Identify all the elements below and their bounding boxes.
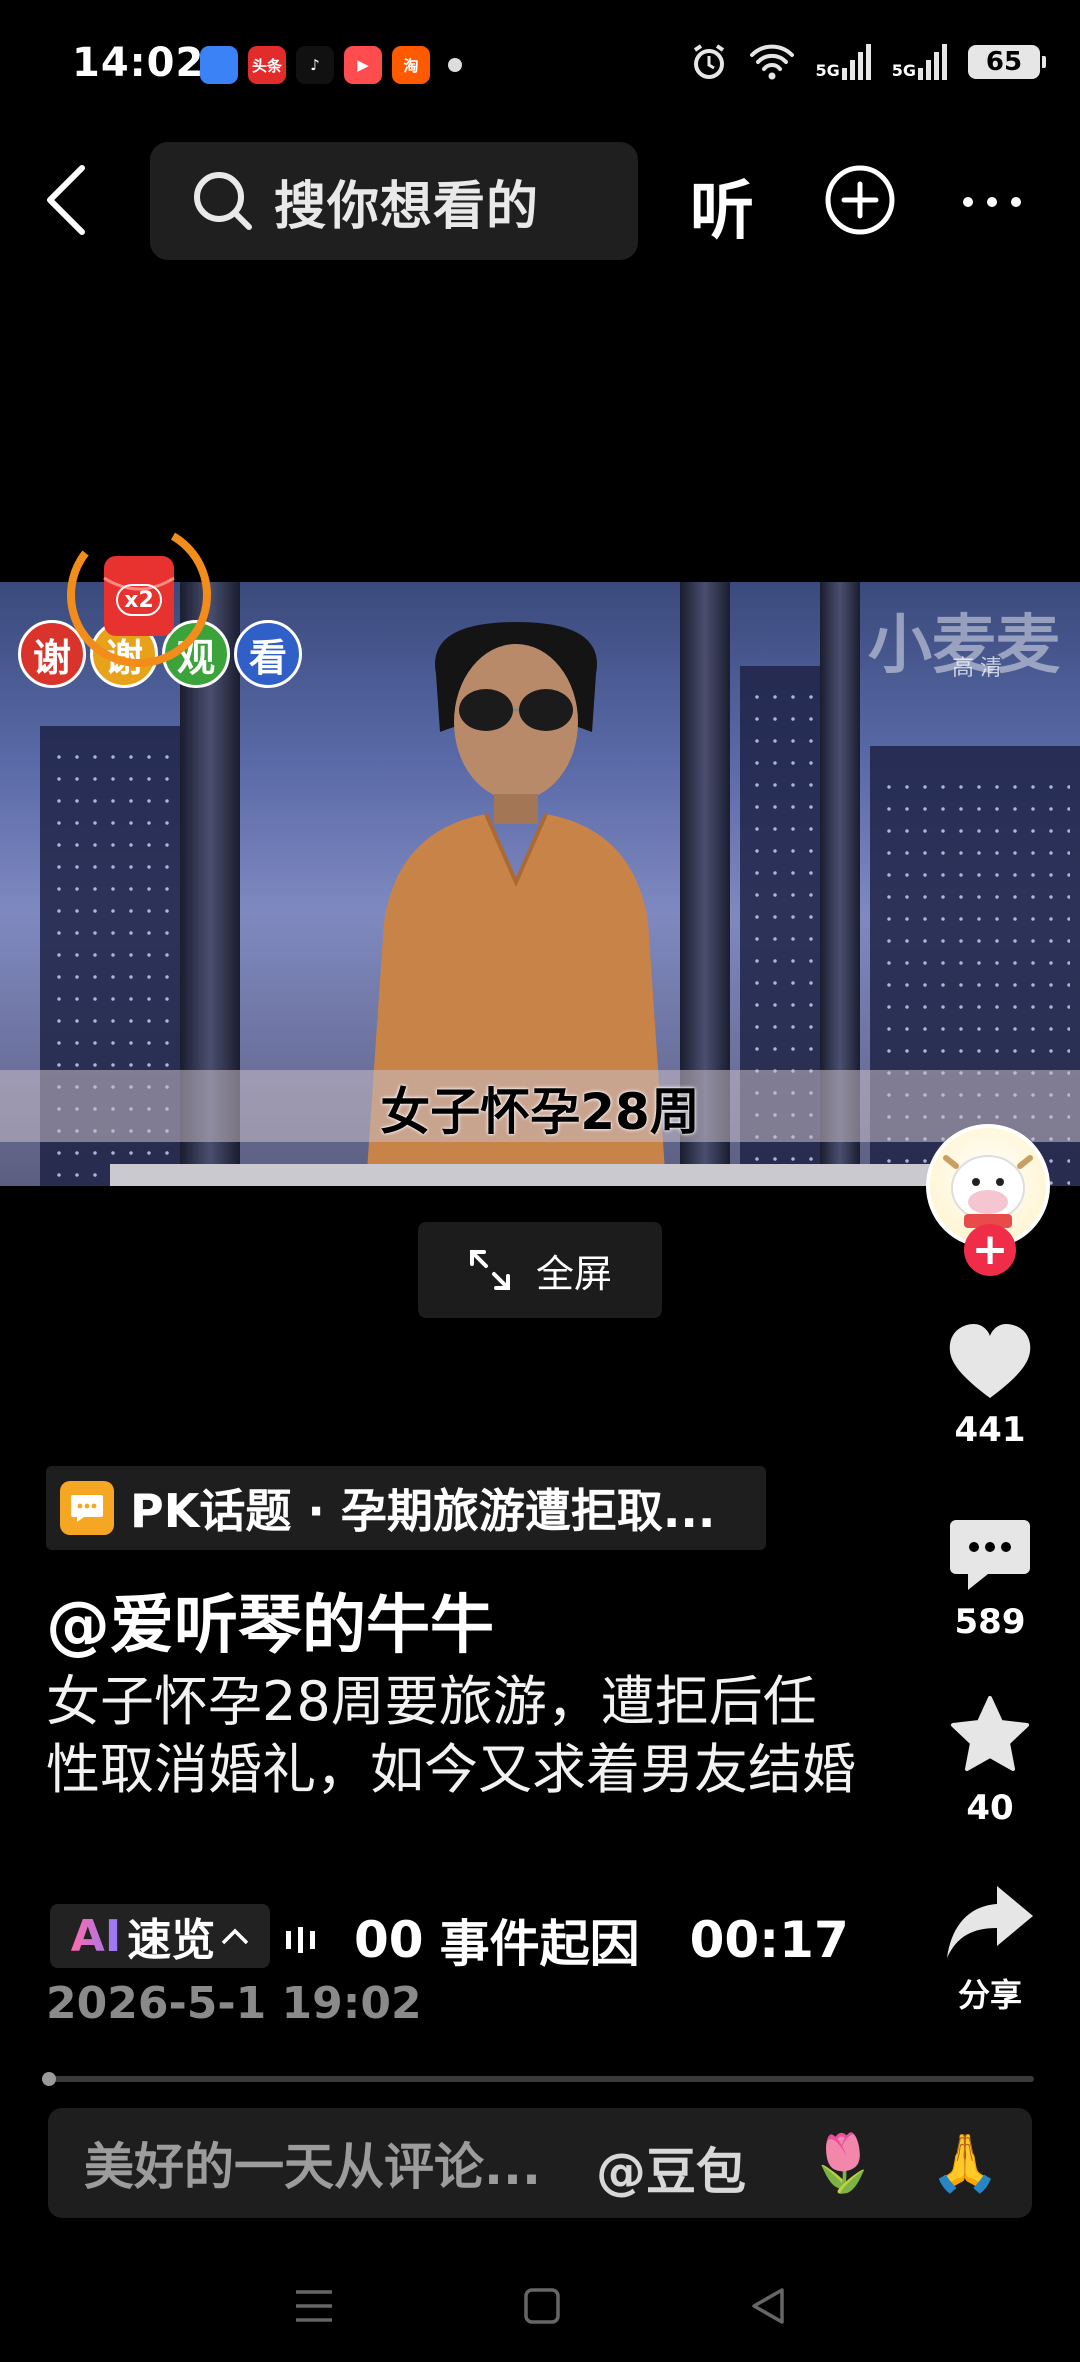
taobao-app-icon: 淘: [392, 46, 430, 84]
red-packet-reward-button[interactable]: x2: [64, 520, 214, 670]
ticker-text: 事件起因: [439, 1915, 640, 1973]
share-arrow-icon: [947, 1886, 1033, 1958]
alarm-icon: [694, 44, 725, 79]
red-packet-multiplier: x2: [116, 584, 162, 616]
mention-doubao-button[interactable]: @豆包: [596, 2132, 746, 2204]
like-button[interactable]: 441: [930, 1322, 1050, 1450]
ticker-time-b: 00:17: [689, 1911, 849, 1969]
home-square-icon[interactable]: [523, 2287, 561, 2325]
progress-handle[interactable]: [42, 2072, 56, 2086]
status-indicators: 5G 5G 65: [689, 42, 1046, 82]
listen-button[interactable]: 听: [690, 160, 754, 252]
post-date: 2026-5-1 19:02: [46, 1978, 422, 2029]
status-time: 14:02: [72, 40, 205, 86]
ai-summary-prefix: AI: [70, 1910, 122, 1962]
comment-button[interactable]: 589: [930, 1516, 1050, 1642]
like-count: 441: [954, 1410, 1026, 1450]
chat-bubble-icon: [60, 1481, 114, 1535]
menu-icon[interactable]: [294, 2288, 334, 2324]
video-app-icon: ▶: [344, 46, 382, 84]
pk-topic-text: PK话题 · 孕期旅游遭拒取...: [130, 1484, 716, 1538]
pk-topic-tag[interactable]: PK话题 · 孕期旅游遭拒取...: [46, 1466, 766, 1550]
comment-input[interactable]: 美好的一天从评论...: [48, 2108, 1032, 2218]
chevron-up-icon: [221, 1928, 249, 1945]
system-nav-bar: [0, 2250, 1080, 2362]
share-label: 分享: [957, 1976, 1022, 2014]
video-progress-bar[interactable]: [46, 2076, 1034, 2082]
follow-button[interactable]: +: [964, 1224, 1016, 1276]
search-placeholder: 搜你想看的: [274, 176, 540, 237]
toutiao-app-icon: 头条: [248, 46, 286, 84]
ai-summary-label: 速览: [127, 1915, 216, 1966]
fullscreen-label: 全屏: [535, 1251, 612, 1296]
douyin-app-icon: ♪: [296, 46, 334, 84]
video-description[interactable]: 女子怀孕28周要旅游，遭拒后任性取消婚礼，如今又求着男友结婚: [46, 1668, 866, 1804]
chevron-left-icon: [47, 165, 85, 235]
signal-2: 5G: [892, 44, 948, 80]
more-notifications-dot: [448, 58, 462, 72]
studio-desk: [110, 1164, 930, 1186]
favorite-button[interactable]: 40: [930, 1694, 1050, 1828]
heart-icon: [949, 1324, 1031, 1398]
favorite-count: 40: [966, 1788, 1014, 1828]
more-button[interactable]: [960, 178, 1024, 210]
pray-emoji-button[interactable]: 🙏: [930, 2130, 1000, 2196]
video-watermark-quality: 高清: [951, 656, 1008, 681]
ai-summary-button[interactable]: AI 速览: [50, 1904, 270, 1968]
plus-circle-icon: [825, 165, 895, 235]
share-button[interactable]: 分享: [930, 1884, 1050, 2016]
wifi-icon: [750, 44, 795, 80]
signal-bars-icon: [918, 44, 947, 80]
notification-app-icons: 头条 ♪ ▶ 淘: [200, 46, 462, 84]
ai-summary-ticker[interactable]: 00 事件起因 00:17: [284, 1904, 849, 1976]
ticker-time-a: 00: [354, 1911, 424, 1969]
back-triangle-icon[interactable]: [750, 2286, 786, 2326]
audio-wave-icon: [286, 1927, 315, 1953]
search-input[interactable]: 搜你想看的: [150, 142, 638, 260]
expand-icon: [469, 1250, 510, 1290]
add-button[interactable]: [824, 164, 896, 240]
video-subtitle: 女子怀孕28周: [380, 1083, 700, 1141]
thanks-char: 看: [234, 620, 302, 688]
comment-icon: [950, 1520, 1030, 1590]
signal-bars-icon: [841, 44, 871, 80]
more-dots-icon: [963, 197, 1021, 207]
tulip-emoji-button[interactable]: 🌷: [808, 2130, 878, 2196]
star-icon: [951, 1696, 1029, 1771]
back-button[interactable]: [44, 160, 104, 240]
battery-indicator: 65: [968, 45, 1046, 79]
search-icon: [194, 172, 252, 230]
signal-1: 5G: [815, 44, 871, 80]
comment-count: 589: [954, 1602, 1026, 1642]
author-name[interactable]: @爱听琴的牛牛: [46, 1574, 494, 1666]
comment-placeholder: 美好的一天从评论...: [84, 2138, 541, 2196]
blue-app-icon: [200, 46, 238, 84]
fullscreen-button[interactable]: 全屏: [418, 1222, 662, 1318]
